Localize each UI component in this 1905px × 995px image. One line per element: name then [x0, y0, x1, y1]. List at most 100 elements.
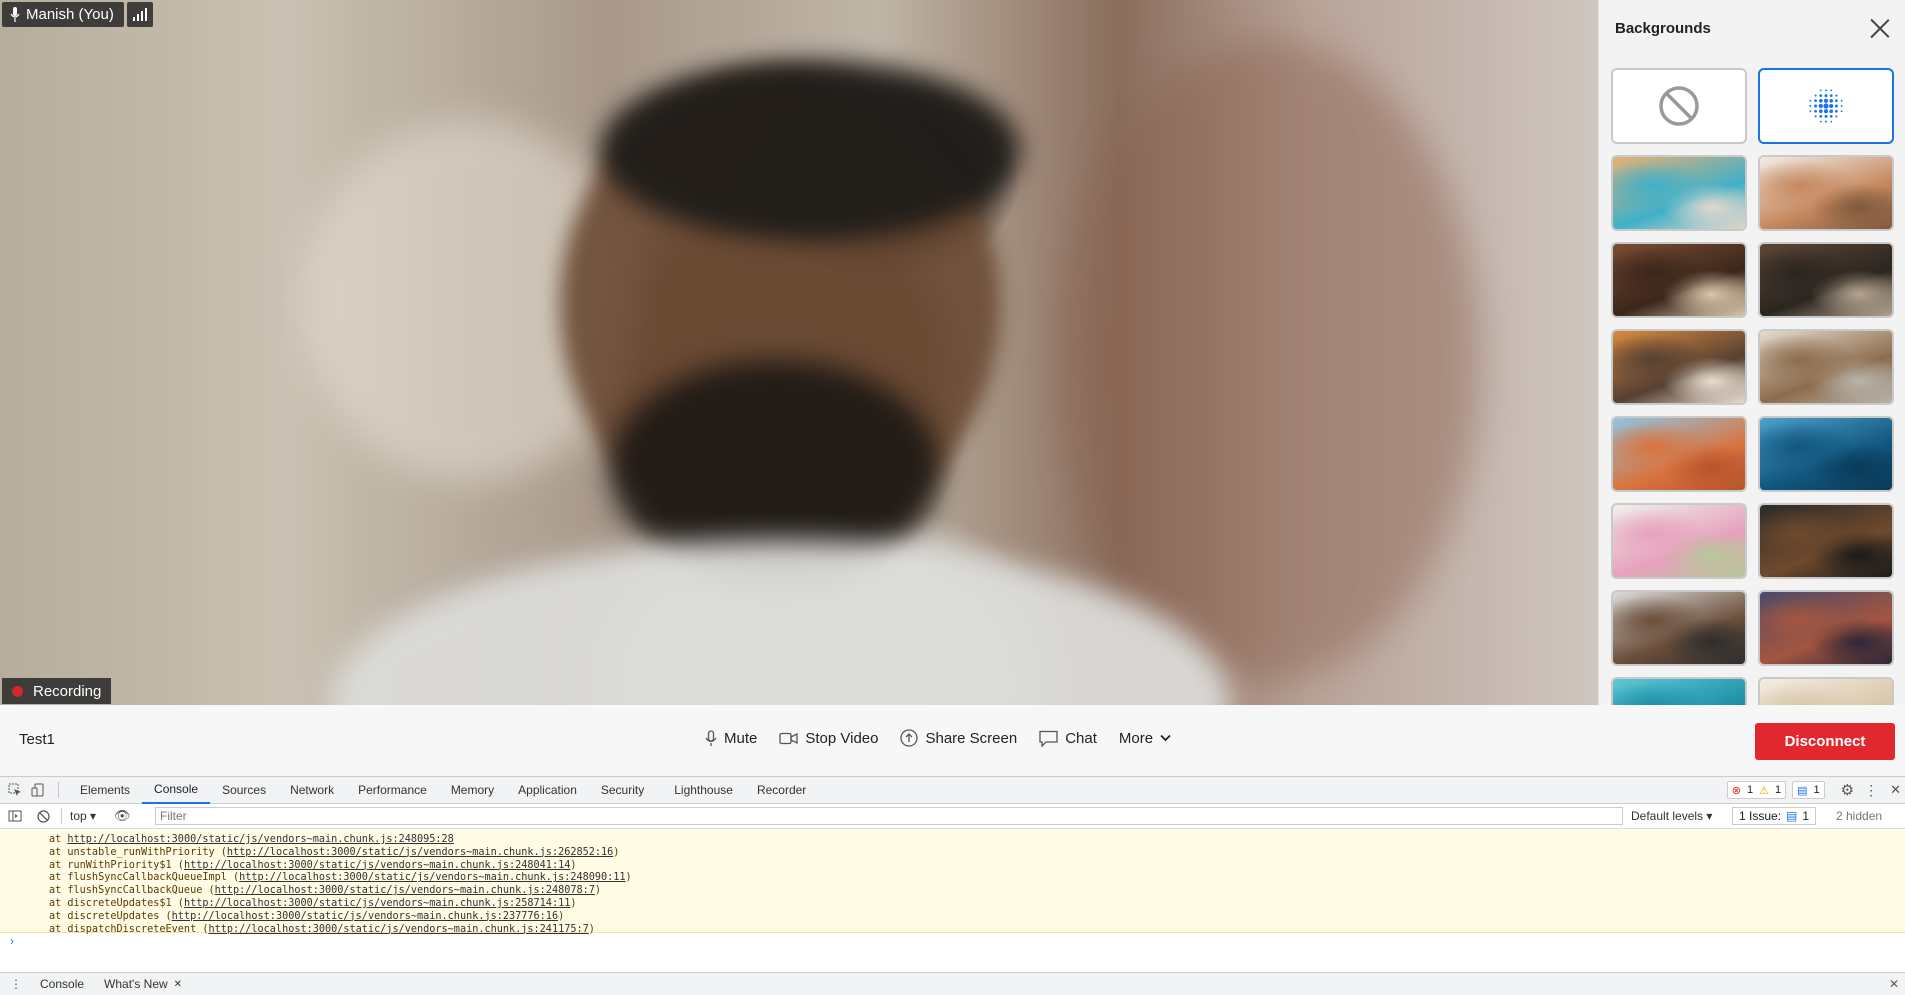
drawer-tab-console[interactable]: Console — [30, 977, 94, 991]
background-option-pink-flowers[interactable] — [1611, 503, 1747, 579]
tab-lighthouse[interactable]: Lighthouse — [662, 777, 745, 804]
toolbar-divider — [61, 808, 62, 824]
stack-frame-suffix: ) — [570, 859, 577, 871]
background-option-tropical-beach[interactable] — [1611, 677, 1747, 705]
device-toolbar-icon[interactable] — [30, 782, 46, 798]
background-option-bookshelf[interactable] — [1611, 242, 1747, 318]
error-icon: ⊗ — [1731, 784, 1741, 797]
recording-indicator: Recording — [2, 678, 112, 704]
background-option-none[interactable] — [1611, 68, 1747, 144]
console-warning-message: at http://localhost:3000/static/js/vendo… — [0, 829, 1905, 935]
stop-video-button[interactable]: Stop Video — [779, 726, 878, 750]
backgrounds-header: Backgrounds — [1599, 0, 1905, 56]
sidebar-toggle-icon[interactable] — [7, 808, 23, 824]
context-selector[interactable]: top ▾ — [70, 809, 96, 823]
more-label: More — [1118, 729, 1154, 747]
drawer-menu-icon[interactable]: ⋮ — [0, 977, 30, 991]
clear-console-icon[interactable] — [35, 808, 51, 824]
stack-frame-suffix: ) — [588, 923, 595, 935]
stack-frame-link[interactable]: http://localhost:3000/static/js/vendors~… — [67, 834, 453, 845]
person-shirt — [330, 540, 1230, 705]
disconnect-button[interactable]: Disconnect — [1755, 723, 1895, 760]
tab-network[interactable]: Network — [278, 777, 346, 804]
stack-frame-link[interactable]: http://localhost:3000/static/js/vendors~… — [215, 885, 595, 896]
backgrounds-panel: Backgrounds — [1598, 0, 1905, 705]
tab-elements[interactable]: Elements — [68, 777, 142, 804]
context-label: top — [70, 809, 87, 823]
stack-trace-line: at unstable_runWithPriority (http://loca… — [0, 847, 1905, 860]
stack-frame-link[interactable]: http://localhost:3000/static/js/vendors~… — [239, 872, 625, 883]
stack-trace-line: at flushSyncCallbackQueueImpl (http://lo… — [0, 872, 1905, 885]
stack-frame-suffix: ) — [594, 885, 602, 897]
stack-frame-link[interactable]: http://localhost:3000/static/js/vendors~… — [208, 924, 588, 935]
background-blur-wall — [1060, 40, 1480, 680]
tab-application[interactable]: Application — [506, 777, 589, 804]
log-levels-dropdown[interactable]: Default levels ▾ — [1631, 809, 1712, 823]
stack-frame-text: at dispatchDiscreteEvent ( — [49, 923, 209, 935]
more-button[interactable]: More — [1119, 726, 1171, 750]
error-count: 1 — [1746, 784, 1754, 796]
tab-sources[interactable]: Sources — [210, 777, 278, 804]
stack-frame-text: at discreteUpdates$1 ( — [49, 897, 184, 909]
devtools-tab-bar: Elements Console Sources Network Performance… — [0, 777, 1905, 804]
issue-message-icon: ▤ — [1786, 809, 1798, 823]
tab-performance[interactable]: Performance — [346, 777, 439, 804]
stack-trace-line: at discreteUpdates (http://localhost:300… — [0, 911, 1905, 924]
more-options-icon[interactable]: ⋮ — [1864, 782, 1878, 799]
microphone-icon — [10, 7, 20, 22]
background-option-modern-living[interactable] — [1611, 590, 1747, 666]
background-option-kitchen-cafe[interactable] — [1758, 242, 1894, 318]
close-icon[interactable] — [1869, 17, 1891, 39]
info-count-badge[interactable]: ▤ 1 — [1792, 781, 1825, 799]
meeting-controls: Mute Stop Video Share Screen Chat More — [705, 726, 1193, 750]
tab-memory[interactable]: Memory — [439, 777, 506, 804]
tab-security[interactable]: Security — [589, 777, 656, 804]
background-option-bright-room[interactable] — [1758, 677, 1894, 705]
background-option-living-room-plants[interactable] — [1758, 155, 1894, 231]
background-option-underwater[interactable] — [1758, 416, 1894, 492]
console-filter-input[interactable] — [155, 807, 1623, 825]
participant-video — [0, 0, 1598, 705]
background-option-cozy-living-room[interactable] — [1758, 329, 1894, 405]
close-tab-icon[interactable]: ✕ — [174, 979, 182, 990]
chevron-down-icon — [1160, 734, 1171, 742]
background-option-blur[interactable] — [1758, 68, 1894, 144]
background-option-lounge-orange-curtain[interactable] — [1611, 329, 1747, 405]
drawer-tab-label: Console — [40, 977, 85, 991]
tab-console[interactable]: Console — [142, 777, 211, 804]
chat-button[interactable]: Chat — [1039, 726, 1097, 750]
message-counts[interactable]: ⊗ 1 ⚠ 1 — [1726, 781, 1787, 799]
blur-background-icon — [1760, 70, 1892, 142]
console-prompt[interactable]: › — [0, 933, 1905, 963]
background-option-dark-kitchen[interactable] — [1758, 503, 1894, 579]
recording-dot-icon — [12, 685, 23, 697]
stack-frame-link[interactable]: http://localhost:3000/static/js/vendors~… — [172, 911, 558, 922]
background-option-ink-clouds[interactable] — [1611, 155, 1747, 231]
devtools-drawer-bar: ⋮ Console What's New ✕ ✕ — [0, 972, 1905, 995]
mute-button[interactable]: Mute — [705, 726, 757, 750]
participant-name-chip: Manish (You) — [2, 2, 124, 27]
stack-frame-link[interactable]: http://localhost:3000/static/js/vendors~… — [184, 898, 570, 909]
tab-recorder[interactable]: Recorder — [745, 777, 818, 804]
stack-frame-link[interactable]: http://localhost:3000/static/js/vendors~… — [227, 847, 613, 858]
live-expression-eye-icon[interactable]: 👁 — [114, 808, 131, 824]
background-option-desert-dunes[interactable] — [1611, 416, 1747, 492]
stack-frame-text: at — [49, 834, 68, 845]
devtools-status: ⊗ 1 ⚠ 1 ▤ 1 ⚙ ⋮ ✕ — [1726, 781, 1901, 799]
share-screen-button[interactable]: Share Screen — [900, 726, 1017, 750]
info-count: 1 — [1813, 784, 1820, 796]
close-drawer-icon[interactable]: ✕ — [1889, 977, 1899, 991]
video-stage: Manish (You) Recording Backgrounds — [0, 0, 1905, 705]
network-signal-icon — [127, 2, 153, 27]
settings-gear-icon[interactable]: ⚙ — [1841, 781, 1854, 799]
drawer-tab-label: What's New — [104, 977, 168, 991]
inspect-element-icon[interactable] — [7, 782, 23, 798]
background-options-grid — [1599, 56, 1905, 705]
console-toolbar: top ▾ 👁 Default levels ▾ 1 Issue: ▤ 1 2 … — [0, 804, 1905, 829]
drawer-tab-what-s-new[interactable]: What's New ✕ — [94, 977, 192, 991]
close-devtools-icon[interactable]: ✕ — [1890, 782, 1901, 798]
stack-frame-link[interactable]: http://localhost:3000/static/js/vendors~… — [184, 860, 570, 871]
issues-badge[interactable]: 1 Issue: ▤ 1 — [1732, 807, 1817, 825]
background-option-red-rocks[interactable] — [1758, 590, 1894, 666]
stack-frame-text: at flushSyncCallbackQueueImpl ( — [49, 872, 240, 884]
